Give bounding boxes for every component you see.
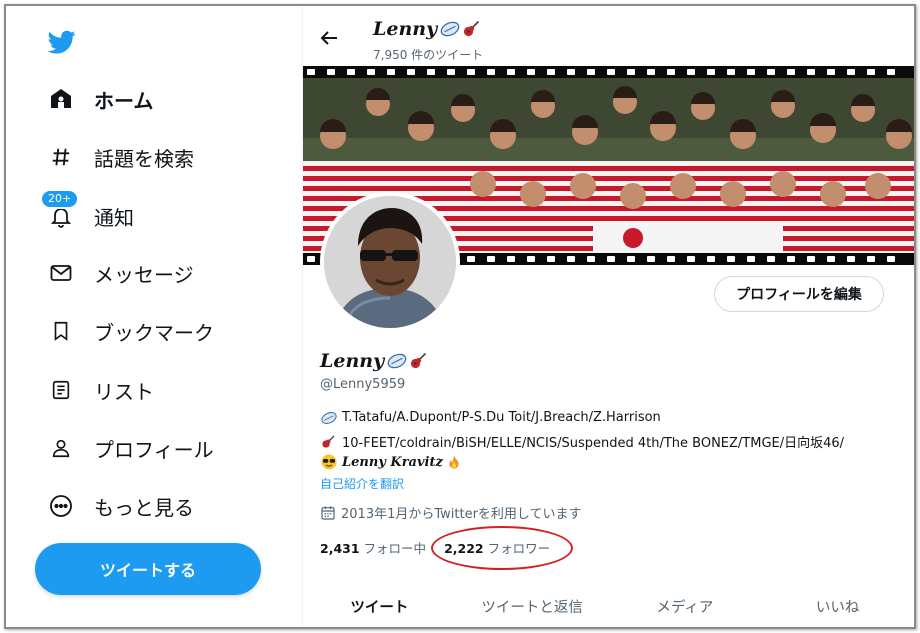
bookmark-icon [48,318,74,344]
rugby-ball-icon [440,21,460,37]
more-icon [48,493,74,519]
sidebar-item-explore[interactable]: 話題を検索 [36,135,194,179]
bio-line: Lenny Kravitz [320,453,468,471]
joined-date: 2013年1月からTwitterを利用しています [320,503,582,522]
annotation-highlight-oval [431,526,573,570]
tab-likes[interactable]: いいね [761,582,914,627]
bio-text: T.Tatafu/A.Dupont/P-S.Du Toit/J.Breach/Z… [342,410,661,425]
sidebar-item-bookmarks[interactable]: ブックマーク [36,309,214,353]
guitar-icon [411,352,427,369]
translate-bio-link[interactable]: 自己紹介を翻訳 [320,475,404,492]
calendar-icon [321,505,335,520]
sidebar-item-messages[interactable]: メッセージ [36,251,194,295]
following-link[interactable]: 2,431 フォロー中 [320,538,426,557]
guitar-icon [320,434,338,450]
envelope-icon [48,260,74,286]
sidebar-item-label: 通知 [94,205,134,230]
following-label: フォロー中 [363,541,427,556]
sidebar-item-profile[interactable]: プロフィール [36,426,214,470]
bio-text: 10-FEET/coldrain/BiSH/ELLE/NCIS/Suspende… [342,436,845,451]
sidebar-item-label: 話題を検索 [94,146,194,171]
fire-icon [446,453,464,471]
twitter-bird-icon[interactable] [46,28,78,56]
home-icon [48,86,74,112]
sidebar-item-lists[interactable]: リスト [36,368,154,412]
browser-frame: ホーム 話題を検索 20+ 通知 メッセージ ブックマーク リスト プロフィール… [4,4,916,629]
tweet-count: 7,950 件のツイート [373,48,484,62]
header-name-text: Lenny [373,18,438,40]
sidebar-item-label: もっと見る [94,495,194,520]
sidebar-item-more[interactable]: もっと見る [36,484,194,528]
tab-media[interactable]: メディア [609,582,762,627]
guitar-icon [464,20,480,37]
back-arrow-icon[interactable] [317,26,341,50]
rugby-ball-icon [387,353,407,369]
sidebar-item-label: ブックマーク [94,320,214,345]
person-icon [48,435,74,461]
sunglasses-face-icon [320,453,338,471]
header-name: Lenny [373,18,481,40]
profile-handle: @Lenny5959 [320,377,406,392]
sidebar-item-label: リスト [94,379,154,404]
tab-tweets[interactable]: ツイート [303,582,456,627]
profile-tabs: ツイート ツイートと返信 メディア いいね [303,582,914,627]
edit-profile-button[interactable]: プロフィールを編集 [714,276,884,312]
hashtag-icon [48,144,74,170]
profile-column: Lenny 7,950 件のツイート プロフィールを編集 Lenny @Lenn… [303,6,914,627]
list-icon [48,377,74,403]
bio-line: 10-FEET/coldrain/BiSH/ELLE/NCIS/Suspende… [320,432,844,451]
rugby-ball-icon [320,411,338,425]
sidebar-item-notifications[interactable]: 20+ 通知 [36,189,134,238]
sidebar: ホーム 話題を検索 20+ 通知 メッセージ ブックマーク リスト プロフィール… [6,6,303,627]
profile-name: Lenny [320,350,428,372]
sidebar-item-label: メッセージ [94,262,194,287]
tweet-button[interactable]: ツイートする [35,543,261,595]
tab-tweets-and-replies[interactable]: ツイートと返信 [456,582,609,627]
avatar[interactable] [320,192,460,332]
joined-text: 2013年1月からTwitterを利用しています [341,507,582,522]
bell-icon: 20+ [40,189,80,229]
bio-text: Lenny Kravitz [342,454,443,470]
bio-line: T.Tatafu/A.Dupont/P-S.Du Toit/J.Breach/Z… [320,410,661,425]
following-count: 2,431 [320,541,360,556]
sidebar-item-label: プロフィール [94,437,214,462]
sidebar-item-label: ホーム [94,88,154,113]
profile-name-text: Lenny [320,350,385,372]
sidebar-item-home[interactable]: ホーム [36,77,153,121]
notification-badge: 20+ [40,189,80,209]
